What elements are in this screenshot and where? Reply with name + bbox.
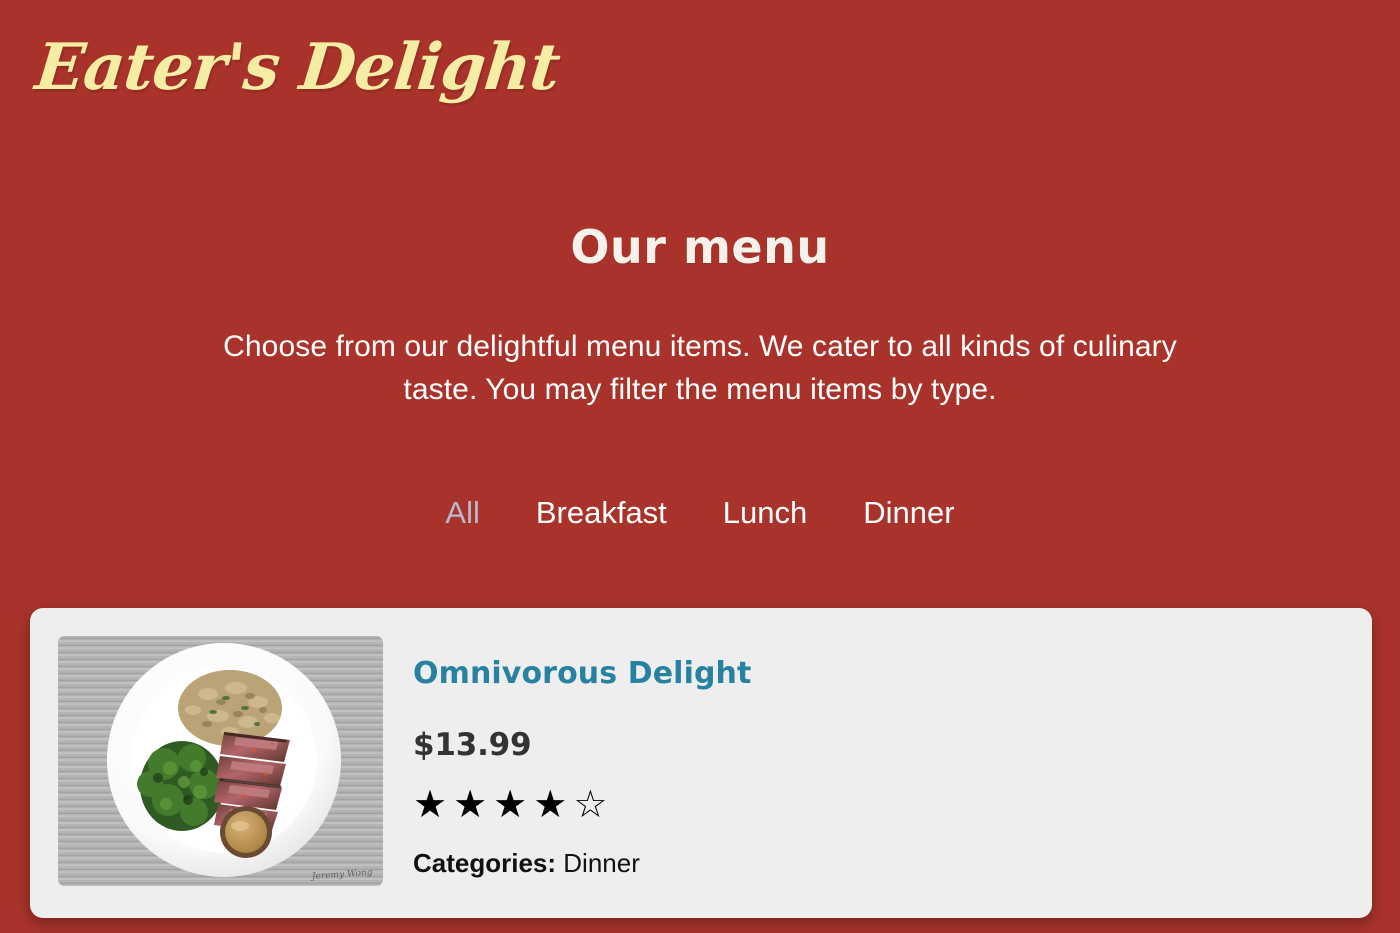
menu-filter-tabs: All Breakfast Lunch Dinner bbox=[0, 494, 1400, 531]
menu-item-card[interactable]: Jeremy Wong Omnivorous Delight $13.99 ★ … bbox=[30, 608, 1372, 918]
page-subtitle: Choose from our delightful menu items. W… bbox=[223, 329, 1177, 407]
menu-item-rating: ★ ★ ★ ★ ☆ bbox=[413, 784, 1372, 827]
star-filled-icon: ★ bbox=[533, 784, 568, 827]
filter-tab-all[interactable]: All bbox=[445, 494, 479, 531]
menu-item-price: $13.99 bbox=[413, 727, 532, 763]
menu-item-categories: Categories: Dinner bbox=[413, 848, 1372, 879]
menu-item-image: Jeremy Wong bbox=[58, 636, 383, 886]
filter-tab-dinner[interactable]: Dinner bbox=[863, 494, 954, 531]
menu-item-name[interactable]: Omnivorous Delight bbox=[413, 656, 1372, 692]
page-title: Our menu bbox=[570, 220, 830, 274]
site-logo[interactable]: Eater's Delight bbox=[32, 30, 563, 105]
star-filled-icon: ★ bbox=[493, 784, 528, 827]
hero-section: Our menu Choose from our delightful menu… bbox=[0, 222, 1400, 412]
menu-item-details: Omnivorous Delight $13.99 ★ ★ ★ ★ ☆ Cate… bbox=[383, 636, 1372, 879]
categories-label: Categories: bbox=[413, 848, 557, 879]
filter-tab-lunch[interactable]: Lunch bbox=[723, 494, 807, 531]
star-empty-icon: ☆ bbox=[573, 784, 608, 827]
star-filled-icon: ★ bbox=[453, 784, 488, 827]
categories-value: Dinner bbox=[563, 848, 640, 879]
star-filled-icon: ★ bbox=[413, 784, 448, 827]
filter-tab-breakfast[interactable]: Breakfast bbox=[536, 494, 667, 531]
